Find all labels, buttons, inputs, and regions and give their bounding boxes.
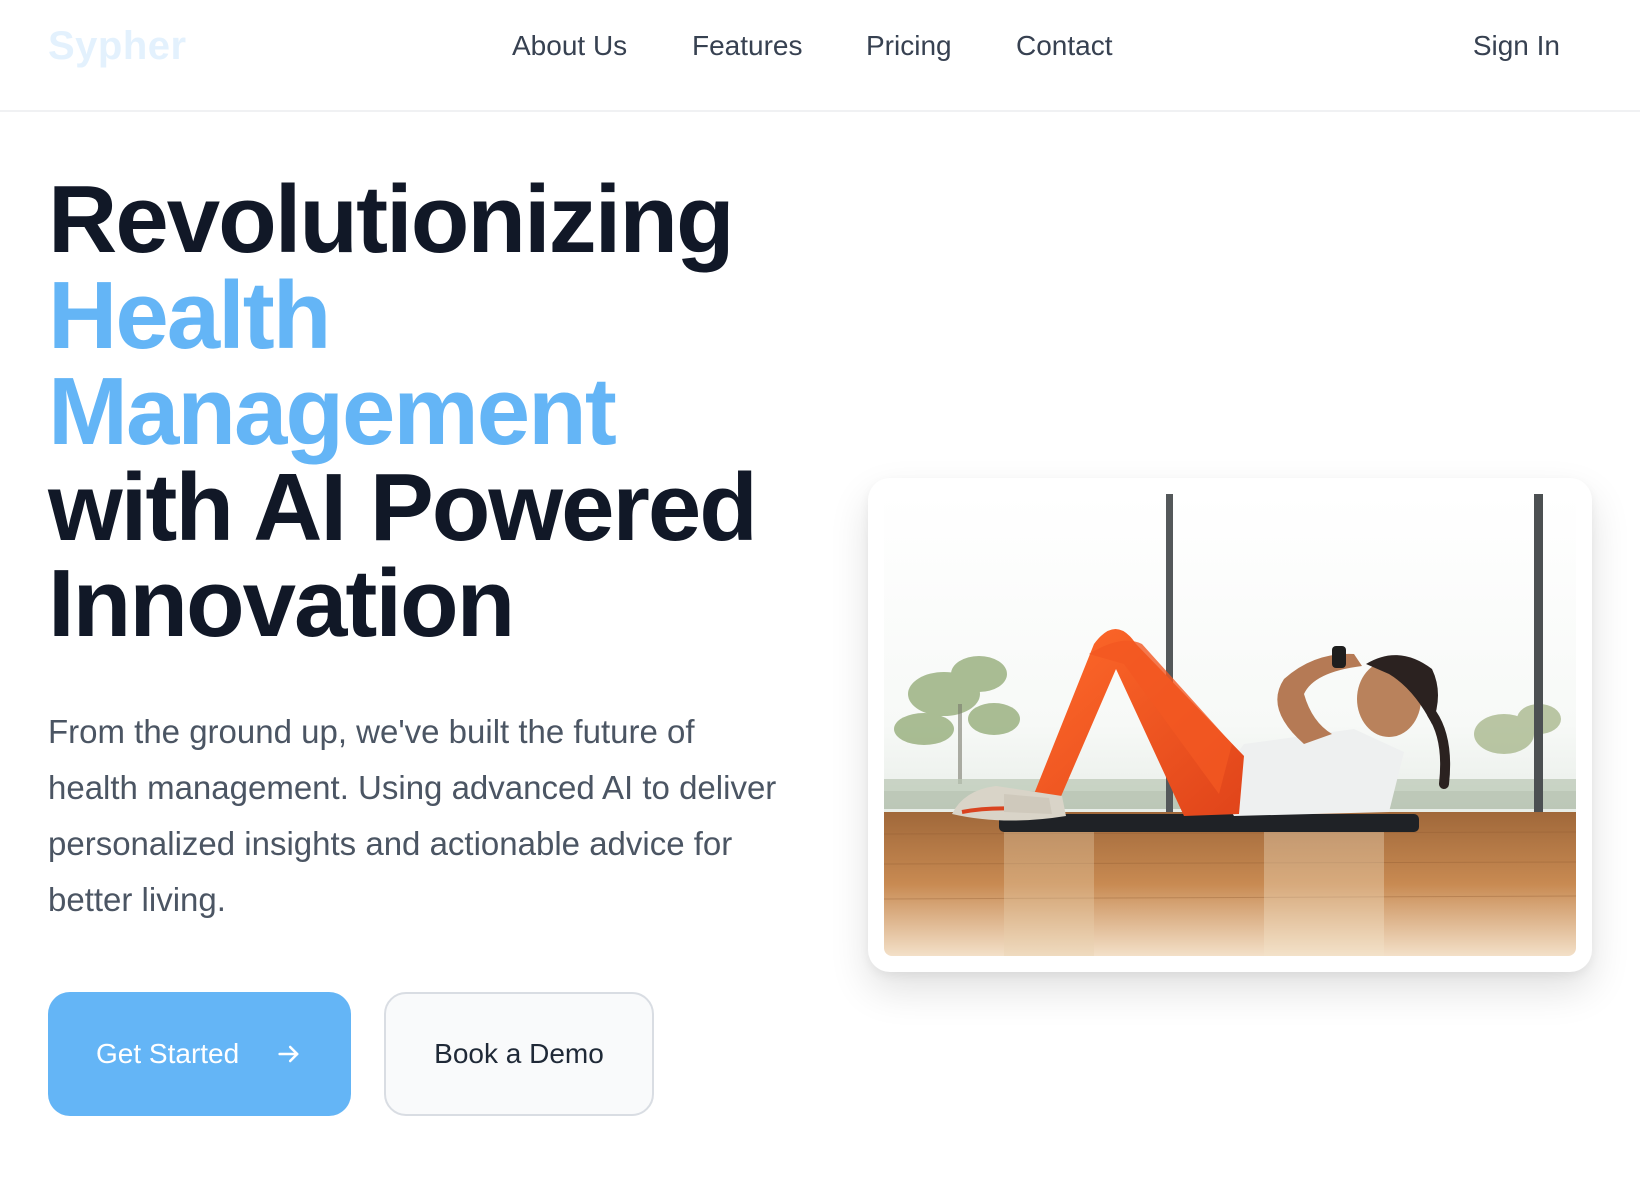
hero-title-line-4: with AI Powered bbox=[48, 454, 758, 561]
top-navbar: Sypher About Us Features Pricing Contact… bbox=[0, 0, 1640, 112]
nav-link-about-us[interactable]: About Us bbox=[512, 30, 627, 62]
woman-doing-crunches-photo bbox=[884, 494, 1576, 956]
sign-in-link[interactable]: Sign In bbox=[1473, 30, 1560, 62]
hero-description: From the ground up, we've built the futu… bbox=[48, 713, 777, 918]
brand-logo[interactable]: Sypher bbox=[48, 24, 187, 69]
nav-link-contact[interactable]: Contact bbox=[1016, 30, 1113, 62]
hero-title-line-5: Innovation bbox=[48, 550, 515, 657]
get-started-label: Get Started bbox=[96, 1038, 240, 1069]
hero-image-card bbox=[868, 478, 1592, 972]
nav-link-pricing[interactable]: Pricing bbox=[866, 30, 952, 62]
get-started-button[interactable]: Get Started bbox=[48, 992, 351, 1116]
hero-title: Revolutionizing Health Management with A… bbox=[48, 172, 828, 652]
nav-link-features[interactable]: Features bbox=[692, 30, 803, 62]
arrow-right-icon bbox=[275, 1040, 303, 1068]
hero-title-line-1: Revolutionizing bbox=[48, 166, 735, 273]
hero-title-line-2: Health bbox=[48, 262, 331, 369]
book-demo-label: Book a Demo bbox=[434, 1038, 604, 1069]
book-demo-button[interactable]: Book a Demo bbox=[384, 992, 654, 1116]
hero-title-line-3: Management bbox=[48, 358, 617, 465]
